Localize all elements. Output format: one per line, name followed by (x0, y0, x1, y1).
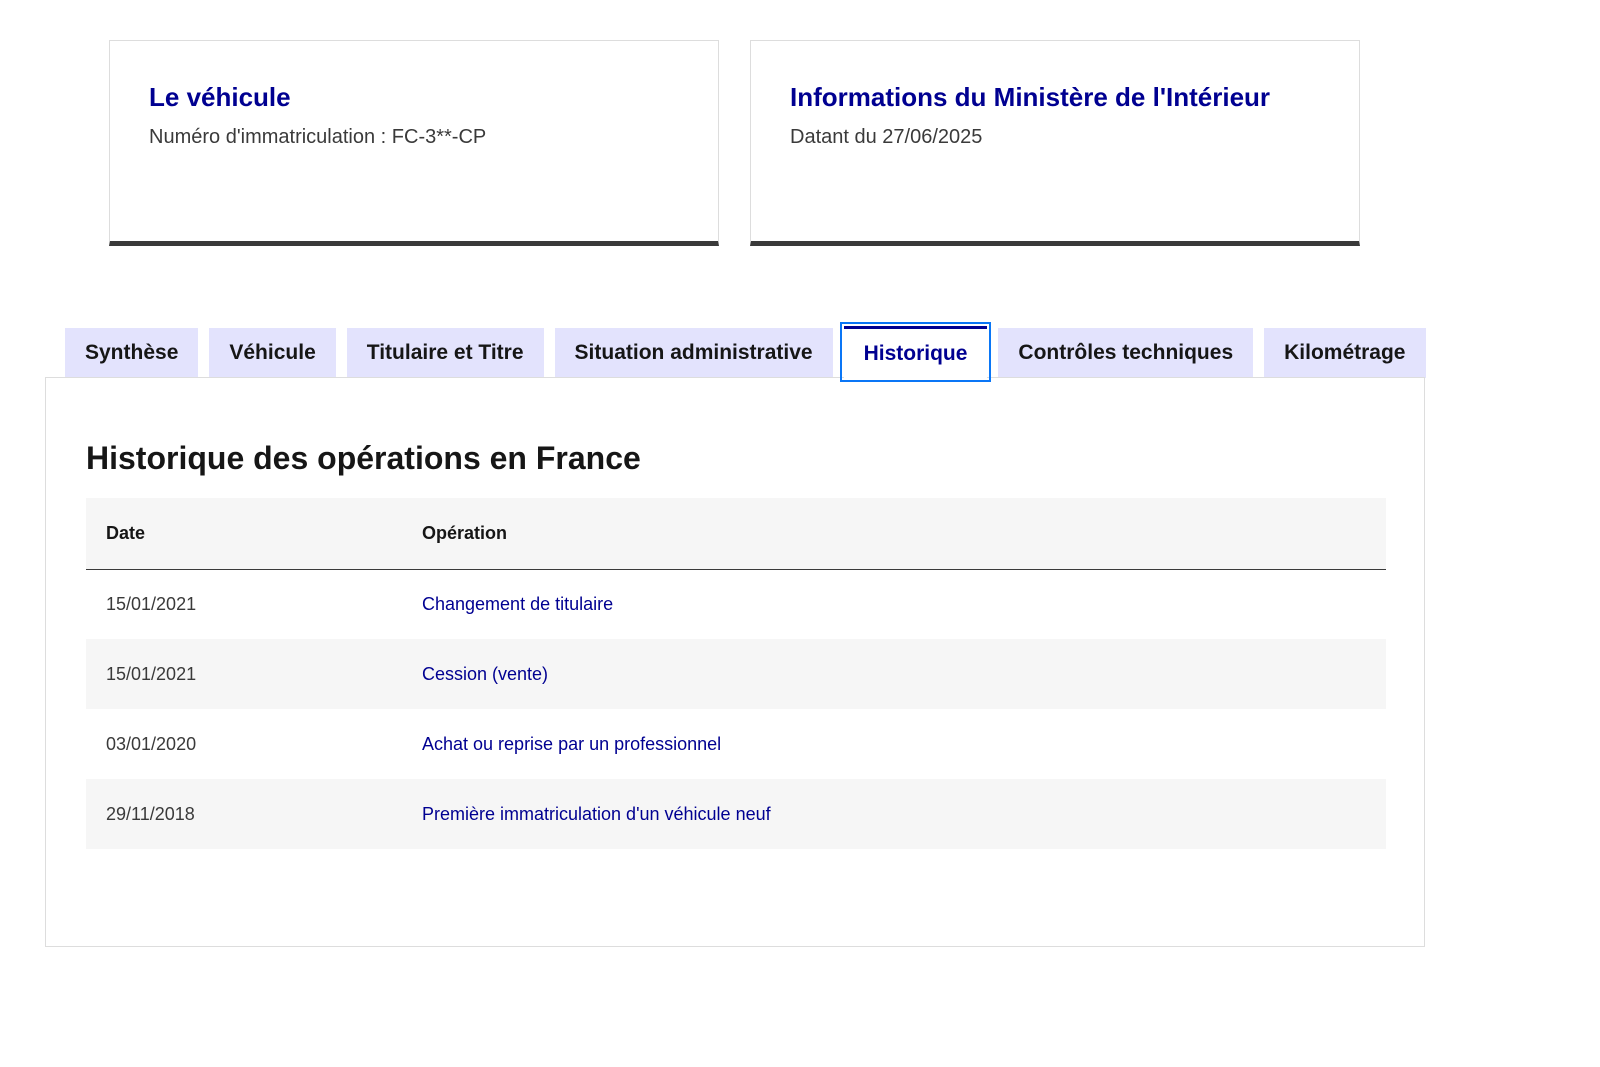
table-row: 15/01/2021 Cession (vente) (86, 639, 1386, 709)
table-row: 29/11/2018 Première immatriculation d'un… (86, 779, 1386, 849)
tab-titulaire-et-titre[interactable]: Titulaire et Titre (346, 328, 544, 378)
tab-historique[interactable]: Historique (839, 322, 992, 382)
tab-situation-administrative[interactable]: Situation administrative (554, 328, 833, 378)
row-date: 03/01/2020 (106, 733, 197, 754)
ministry-info-card: Informations du Ministère de l'Intérieur… (750, 40, 1360, 246)
registration-number: Numéro d'immatriculation : FC-3**-CP (149, 126, 487, 148)
history-panel: Historique des opérations en France Date… (45, 377, 1425, 947)
tab-vehicule[interactable]: Véhicule (209, 328, 336, 378)
ministry-info-date: Datant du 27/06/2025 (790, 126, 983, 148)
history-table: Date Opération 15/01/2021 Changement de … (86, 498, 1386, 849)
tab-kilometrage[interactable]: Kilométrage (1264, 328, 1426, 378)
table-row: 15/01/2021 Changement de titulaire (86, 569, 1386, 639)
row-operation: Première immatriculation d'un véhicule n… (422, 803, 771, 824)
row-operation: Changement de titulaire (422, 593, 614, 614)
tab-synthese[interactable]: Synthèse (65, 328, 199, 378)
ministry-info-title: Informations du Ministère de l'Intérieur (790, 82, 1271, 112)
column-header-date: Date (106, 522, 146, 543)
row-operation: Achat ou reprise par un professionnel (422, 733, 722, 754)
table-header-row: Date Opération (86, 498, 1386, 569)
vehicle-card: Le véhicule Numéro d'immatriculation : F… (109, 40, 719, 246)
row-operation: Cession (vente) (422, 663, 549, 684)
column-header-operation: Opération (422, 522, 508, 543)
tab-controles-techniques[interactable]: Contrôles techniques (998, 328, 1254, 378)
row-date: 29/11/2018 (106, 803, 195, 824)
table-row: 03/01/2020 Achat ou reprise par un profe… (86, 709, 1386, 779)
row-date: 15/01/2021 (106, 593, 197, 614)
vehicle-card-title: Le véhicule (149, 82, 291, 112)
panel-title: Historique des opérations en France (86, 440, 641, 476)
row-date: 15/01/2021 (106, 663, 197, 684)
tab-list: Synthèse Véhicule Titulaire et Titre Sit… (65, 322, 1426, 382)
